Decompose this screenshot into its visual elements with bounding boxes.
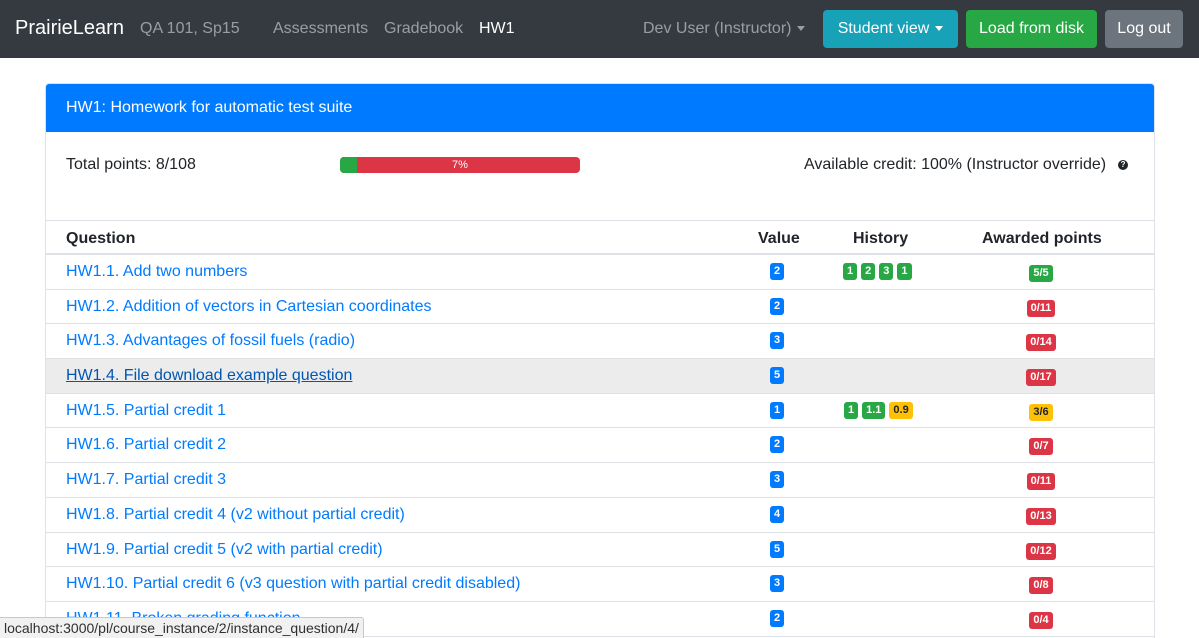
awarded-points-badge: 0/4 [1029,611,1053,629]
value-badge: 5 [770,367,785,385]
question-link[interactable]: HW1.3. Advantages of fossil fuels (radio… [66,332,355,350]
awarded-points-badge: 0/12 [1026,542,1056,560]
nav-gradebook[interactable]: Gradebook [384,20,463,38]
awarded-points-cell: 0/12 [981,541,1101,560]
user-name: Dev User (Instructor) [643,20,792,37]
chevron-down-icon [797,26,806,32]
table-row: HW1.8. Partial credit 4 (v2 without part… [46,498,1154,533]
awarded-points-cell: 0/14 [981,332,1101,352]
question-link[interactable]: HW1.2. Addition of vectors in Cartesian … [66,298,432,316]
available-credit: Available credit: 100% (Instructor overr… [804,156,1129,174]
header-value: Value [758,230,800,247]
history-cell: 1 1.1 0.9 [844,401,913,419]
table-row: HW1.5. Partial credit 1 1 1 1.1 0.9 3/6 [46,394,1154,429]
question-link[interactable]: HW1.1. Add two numbers [66,263,247,281]
top-navbar: PrairieLearn QA 101, Sp15 Assessments Gr… [0,0,1199,58]
value-badge: 3 [770,575,785,593]
awarded-points-cell: 0/7 [981,436,1101,456]
question-link[interactable]: HW1.6. Partial credit 2 [66,436,226,454]
score-progress-bar: 7% [340,157,580,173]
table-row: HW1.9. Partial credit 5 (v2 with partial… [46,533,1154,568]
log-out-button[interactable]: Log out [1105,10,1183,48]
history-badge: 1 [844,401,859,419]
header-awarded-points: Awarded points [982,230,1102,247]
history-badge: 1.1 [862,401,886,419]
awarded-points-badge: 3/6 [1029,403,1053,421]
value-badge: 3 [770,332,785,350]
questions-table: Question Value History Awarded points HW… [46,220,1154,637]
value-badge: 2 [770,436,785,454]
awarded-points-cell: 0/13 [981,506,1101,525]
question-link[interactable]: HW1.9. Partial credit 5 (v2 with partial… [66,541,383,559]
table-row: HW1.6. Partial credit 2 2 0/7 [46,428,1154,464]
awarded-points-badge: 0/17 [1026,369,1056,387]
awarded-points-badge: 0/11 [1026,473,1056,491]
assessment-title: HW1: Homework for automatic test suite [66,99,353,116]
question-link[interactable]: HW1.7. Partial credit 3 [66,471,226,489]
student-view-label: Student view [837,20,930,37]
history-badge: 1 [897,263,912,280]
awarded-points-cell: 0/11 [981,298,1101,317]
history-badge: 0.9 [889,401,913,419]
value-badge: 3 [770,471,785,489]
total-points: Total points: 8/108 [66,156,196,173]
table-header: Question Value History Awarded points [46,220,1154,255]
table-body: HW1.1. Add two numbers 2 1 2 3 1 5/5 HW1.2. Add… [46,255,1154,637]
help-icon[interactable]: ? [1118,159,1129,170]
nav-hw1[interactable]: HW1 [479,20,515,38]
history-badge: 2 [861,263,876,280]
table-row: HW1.10. Partial credit 6 (v3 question wi… [46,567,1154,602]
awarded-points-cell: 0/8 [981,575,1101,595]
question-link[interactable]: HW1.5. Partial credit 1 [66,402,226,420]
table-row: HW1.4. File download example question 5 0/… [46,359,1154,394]
table-row: HW1.3. Advantages of fossil fuels (radio… [46,324,1154,360]
value-badge: 4 [770,505,785,523]
awarded-points-badge: 0/13 [1026,507,1056,525]
available-credit-text: Available credit: 100% (Instructor overr… [804,156,1107,173]
value-badge: 5 [770,540,785,558]
awarded-points-badge: 0/7 [1029,438,1053,456]
awarded-points-badge: 0/11 [1026,299,1056,317]
table-row: HW1.1. Add two numbers 2 1 2 3 1 5/5 [46,255,1154,290]
header-question: Question [66,230,136,247]
awarded-points-cell: 5/5 [981,263,1101,282]
question-link[interactable]: HW1.8. Partial credit 4 (v2 without part… [66,506,405,524]
history-badge: 1 [843,263,858,280]
value-badge: 2 [770,609,785,627]
load-from-disk-button[interactable]: Load from disk [966,10,1097,48]
progress-label: 7% [452,159,468,171]
chevron-down-icon [935,26,944,32]
awarded-points-cell: 3/6 [981,402,1101,421]
assessment-card: HW1: Homework for automatic test suite T… [45,83,1155,638]
awarded-points-cell: 0/4 [981,610,1101,629]
card-header: HW1: Homework for automatic test suite [46,84,1154,132]
user-dropdown[interactable]: Dev User (Instructor) [643,20,806,38]
value-badge: 2 [770,263,785,280]
brand-logo[interactable]: PrairieLearn [15,17,124,40]
table-row: HW1.2. Addition of vectors in Cartesian … [46,290,1154,325]
value-badge: 2 [770,297,785,315]
awarded-points-badge: 5/5 [1029,265,1053,282]
history-cell: 1231 [843,263,912,280]
awarded-points-cell: 0/17 [981,367,1101,387]
course-link[interactable]: QA 101, Sp15 [140,20,240,38]
question-link[interactable]: HW1.4. File download example question [66,367,352,385]
value-badge: 1 [770,401,785,419]
question-link[interactable]: HW1.10. Partial credit 6 (v3 question wi… [66,575,520,593]
history-badge: 3 [879,263,894,280]
student-view-button[interactable]: Student view [823,10,958,48]
table-row: HW1.7. Partial credit 3 3 0/11 [46,463,1154,498]
awarded-points-badge: 0/8 [1029,577,1053,595]
awarded-points-badge: 0/14 [1026,334,1056,352]
awarded-points-cell: 0/11 [981,471,1101,491]
header-history: History [853,230,909,247]
nav-assessments[interactable]: Assessments [273,20,368,38]
status-bar-url: localhost:3000/pl/course_instance/2/inst… [0,617,364,638]
